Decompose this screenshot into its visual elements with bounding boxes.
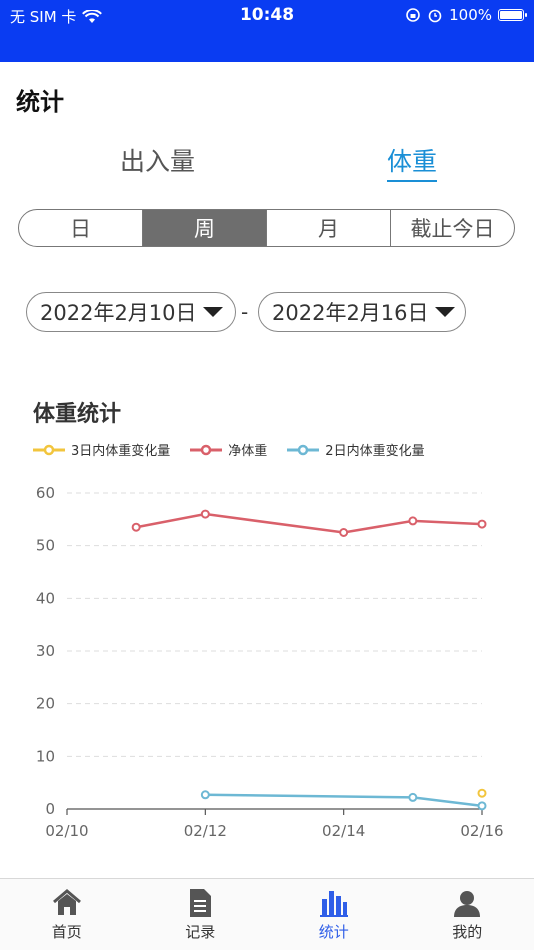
period-day[interactable]: 日 — [19, 210, 143, 246]
main-tabs: 出入量 体重 — [0, 142, 534, 186]
chevron-down-icon — [434, 307, 455, 317]
tab-records[interactable]: 记录 — [134, 879, 268, 950]
legend-label: 2日内体重变化量 — [325, 444, 425, 459]
carrier: 无 SIM 卡 — [10, 6, 103, 27]
start-date-picker[interactable]: 2022年2月10日 — [26, 292, 236, 332]
tab-profile-label: 我的 — [452, 923, 483, 941]
tab-home-label: 首页 — [51, 923, 82, 941]
x-tick-label: 02/10 — [45, 822, 88, 840]
chart-legend: 3日内体重变化量 净体重 2日内体重变化量 — [33, 440, 425, 459]
date-separator: - — [241, 300, 249, 324]
x-tick-label: 02/12 — [184, 822, 227, 840]
bottom-tab-bar: 首页 记录 统计 我的 — [0, 878, 534, 950]
chevron-down-icon — [202, 307, 223, 317]
data-point-0 — [477, 788, 487, 798]
series-line-1 — [135, 512, 483, 534]
y-tick-label: 40 — [36, 589, 55, 607]
bar-chart-icon — [319, 891, 348, 917]
legend-item-0[interactable]: 3日内体重变化量 — [33, 440, 170, 459]
legend-swatch — [287, 444, 320, 455]
tab-statistics[interactable]: 统计 — [267, 879, 401, 950]
battery-icon — [498, 9, 527, 21]
period-selector: 日 周 月 截止今日 — [18, 209, 515, 247]
tab-statistics-label: 统计 — [318, 923, 349, 941]
y-tick-label: 0 — [45, 800, 55, 818]
data-point-1 — [408, 516, 418, 526]
y-tick-label: 10 — [36, 747, 55, 765]
period-to-date[interactable]: 截止今日 — [391, 210, 514, 246]
series-line-2 — [205, 793, 483, 808]
legend-item-1[interactable]: 净体重 — [190, 440, 267, 459]
data-point-1 — [131, 522, 141, 532]
home-icon — [52, 889, 81, 915]
data-point-2 — [477, 801, 487, 811]
legend-swatch — [33, 444, 65, 455]
tab-profile[interactable]: 我的 — [401, 879, 534, 950]
tab-weight[interactable]: 体重 — [387, 142, 438, 182]
start-date-value: 2022年2月10日 — [40, 301, 197, 325]
wifi-icon — [82, 9, 103, 23]
legend-item-2[interactable]: 2日内体重变化量 — [287, 440, 425, 459]
end-date-picker[interactable]: 2022年2月16日 — [258, 292, 466, 332]
x-tick-label: 02/16 — [460, 822, 503, 840]
status-bar: 无 SIM 卡 10:48 100% — [0, 0, 534, 30]
chart-title: 体重统计 — [33, 402, 122, 427]
data-point-1 — [477, 519, 487, 529]
user-icon — [454, 891, 481, 917]
tab-home[interactable]: 首页 — [0, 879, 134, 950]
data-point-2 — [200, 790, 210, 800]
data-point-1 — [339, 528, 349, 537]
y-tick-label: 60 — [36, 484, 55, 502]
y-tick-label: 50 — [36, 537, 55, 555]
battery-percent: 100% — [449, 6, 492, 24]
data-point-2 — [408, 792, 418, 802]
status-right: 100% — [405, 6, 527, 24]
orientation-lock-icon — [406, 8, 420, 22]
legend-swatch — [190, 444, 223, 455]
tab-intake-output[interactable]: 出入量 — [120, 142, 195, 178]
page-title: 统计 — [16, 88, 64, 116]
weight-line-chart: 0 10 20 30 40 50 60 02/10 02/12 02/14 02/16 — [36, 484, 504, 840]
tab-records-label: 记录 — [185, 923, 216, 941]
end-date-value: 2022年2月16日 — [272, 301, 429, 325]
document-icon — [190, 889, 212, 917]
x-tick-label: 02/14 — [322, 822, 365, 840]
legend-label: 3日内体重变化量 — [71, 444, 171, 459]
alarm-icon — [428, 9, 442, 23]
y-tick-label: 20 — [36, 695, 55, 713]
carrier-label: 无 SIM 卡 — [10, 8, 77, 26]
data-point-1 — [200, 509, 210, 519]
app-root: 无 SIM 卡 10:48 100% 统计 出入量 体重 日 周 月 截止今日 … — [0, 0, 534, 950]
legend-label: 净体重 — [228, 444, 268, 459]
y-tick-label: 30 — [36, 642, 55, 660]
period-week[interactable]: 周 — [143, 210, 267, 246]
period-month[interactable]: 月 — [267, 210, 391, 246]
